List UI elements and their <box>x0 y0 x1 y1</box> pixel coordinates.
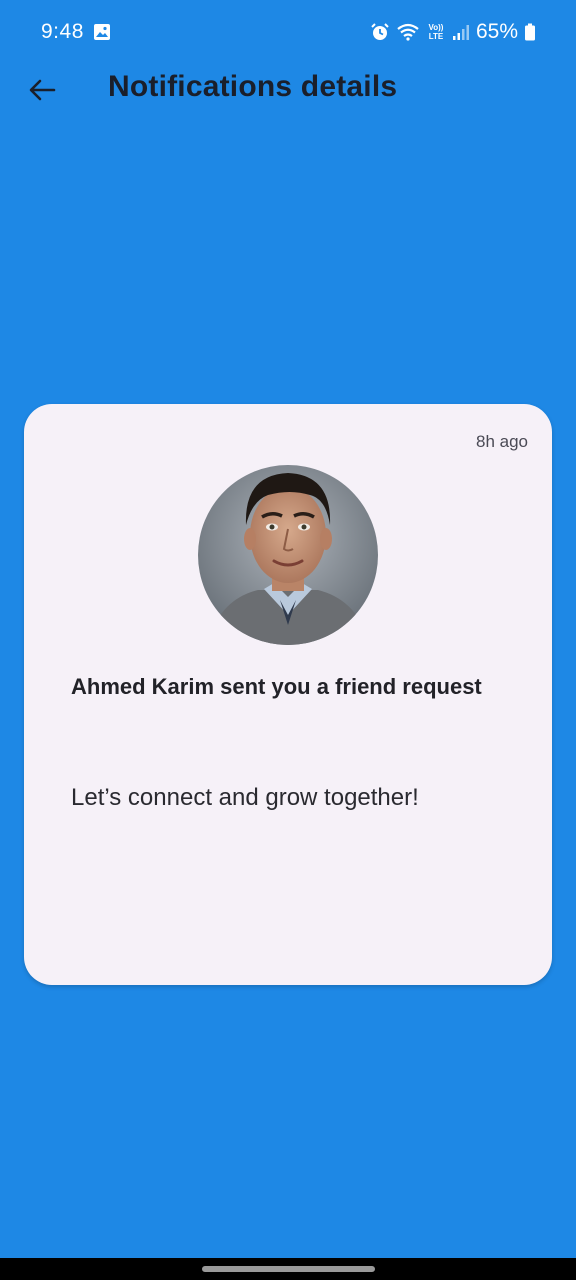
alarm-icon <box>371 23 389 40</box>
system-nav-bar <box>0 1258 576 1280</box>
volte-icon: Vo)) LTE <box>428 23 444 41</box>
svg-text:LTE: LTE <box>429 32 444 41</box>
wifi-icon <box>397 23 419 41</box>
notification-card: 8h ago Ahmed Karim sent you a friend req… <box>24 404 552 985</box>
avatar <box>198 465 378 645</box>
status-bar: 9:48 Vo)) LTE 65% <box>0 0 576 64</box>
app-bar: Notifications details <box>0 64 576 114</box>
home-indicator[interactable] <box>202 1266 375 1272</box>
back-button[interactable] <box>22 72 62 108</box>
notification-title: Ahmed Karim sent you a friend request <box>71 674 482 699</box>
status-time: 9:48 <box>41 20 84 43</box>
battery-percent: 65% <box>475 20 518 43</box>
gallery-icon <box>94 24 110 40</box>
status-icons: Vo)) LTE 65% <box>370 19 536 45</box>
signal-icon <box>452 25 469 40</box>
svg-text:Vo)): Vo)) <box>428 23 443 32</box>
avatar-image <box>198 465 378 645</box>
notification-time: 8h ago <box>476 432 528 451</box>
battery-icon <box>525 23 535 41</box>
arrow-back-icon <box>29 79 56 101</box>
notification-message: Let’s connect and grow together! <box>71 784 419 811</box>
page-title: Notifications details <box>108 70 398 103</box>
